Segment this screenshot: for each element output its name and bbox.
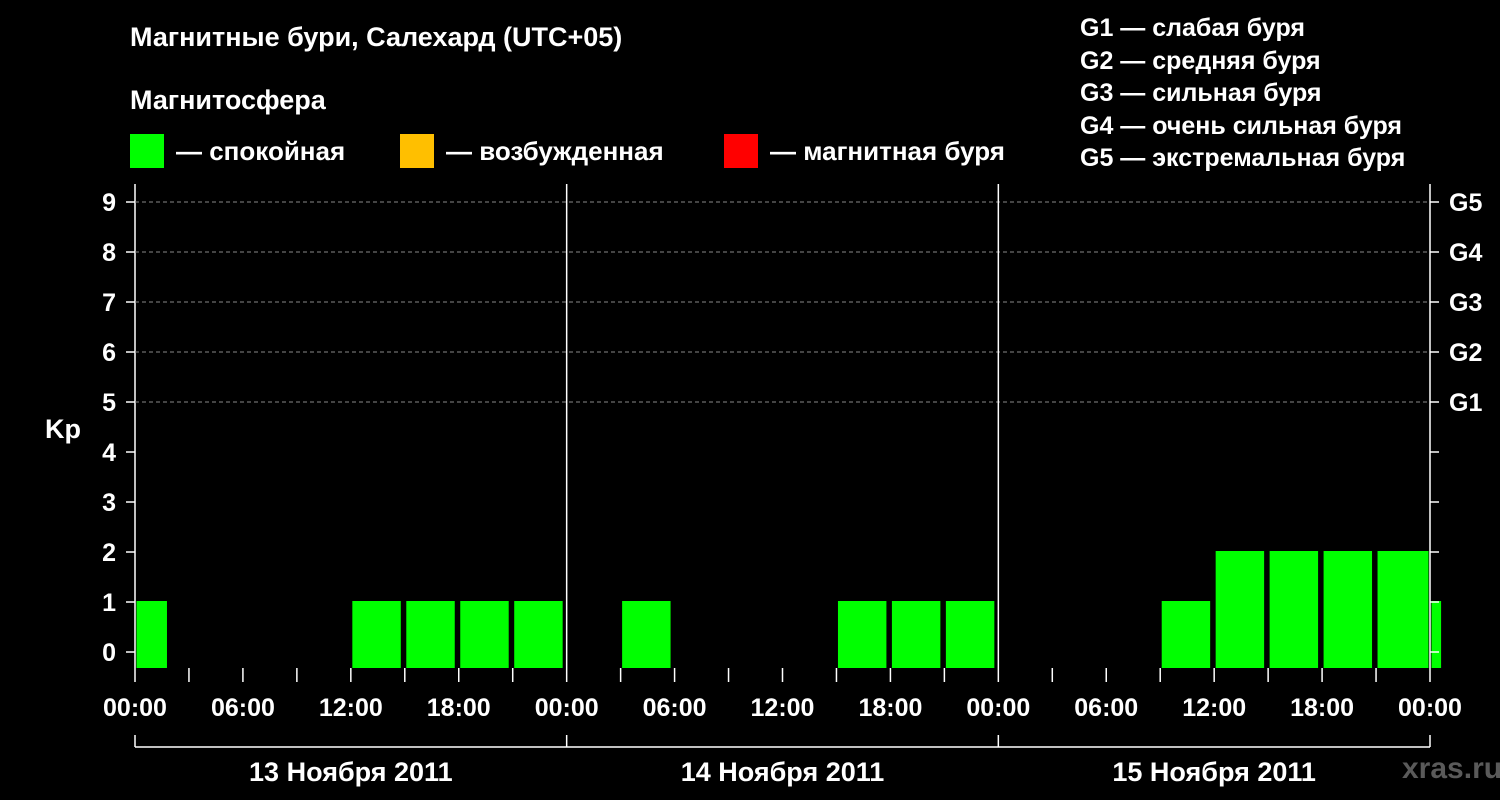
kp-bar-10	[1215, 551, 1265, 668]
x-tick-label-11: 18:00	[1290, 694, 1354, 722]
x-tick-label-12: 00:00	[1398, 694, 1462, 722]
y-tick-label-3: 3	[102, 489, 116, 517]
kp-bar-6	[837, 601, 887, 668]
x-tick-label-4: 00:00	[535, 694, 599, 722]
y-tick-label-5: 5	[102, 389, 116, 417]
x-tick-label-5: 06:00	[643, 694, 707, 722]
watermark: xras.ru	[1402, 752, 1500, 785]
x-tick-label-2: 12:00	[319, 694, 383, 722]
day-label-2: 14 Ноября 2011	[681, 757, 885, 787]
x-tick-label-9: 06:00	[1074, 694, 1138, 722]
kp-bar-11	[1269, 551, 1319, 668]
g-tick-label-g1: G1	[1449, 389, 1482, 417]
y-tick-label-6: 6	[102, 339, 116, 367]
x-tick-label-8: 00:00	[966, 694, 1030, 722]
kp-bar-8	[945, 601, 995, 668]
day-label-1: 13 Ноября 2011	[249, 757, 453, 787]
kp-bar-9	[1161, 601, 1211, 668]
y-tick-label-2: 2	[102, 539, 116, 567]
kp-bar-2	[406, 601, 455, 668]
x-tick-label-0: 00:00	[103, 694, 167, 722]
g-tick-label-g5: G5	[1449, 189, 1482, 217]
y-tick-label-0: 0	[102, 639, 116, 667]
y-tick-label-4: 4	[102, 439, 116, 467]
kp-chart: 0 1 2 3 4 5 6 7 8 9 G1 G2 G3 G4 G5 Kp 00:00 06:00 12:00 18:…	[45, 184, 1482, 787]
y-tick-label-7: 7	[102, 289, 116, 317]
y-axis-label: Kp	[45, 414, 81, 444]
kp-bar-3	[460, 601, 509, 668]
x-tick-label-1: 06:00	[211, 694, 275, 722]
kp-bar-5	[622, 601, 671, 668]
kp-bar-13	[1377, 551, 1429, 668]
x-tick-label-7: 18:00	[858, 694, 922, 722]
g-tick-label-g3: G3	[1449, 289, 1482, 317]
x-tick-label-6: 12:00	[751, 694, 815, 722]
x-tick-label-3: 18:00	[427, 694, 491, 722]
g-tick-label-g2: G2	[1449, 339, 1482, 367]
x-tick-label-10: 12:00	[1182, 694, 1246, 722]
kp-bar-14	[1431, 601, 1442, 668]
kp-bar-1	[352, 601, 401, 668]
kp-bar-7	[891, 601, 941, 668]
day-label-3: 15 Ноября 2011	[1112, 757, 1316, 787]
y-tick-label-9: 9	[102, 189, 116, 217]
y-tick-label-1: 1	[102, 589, 116, 617]
kp-bar-12	[1323, 551, 1373, 668]
g-tick-label-g4: G4	[1449, 239, 1482, 267]
y-tick-label-8: 8	[102, 239, 116, 267]
kp-bar-4	[514, 601, 563, 668]
kp-bar-0	[136, 601, 167, 668]
